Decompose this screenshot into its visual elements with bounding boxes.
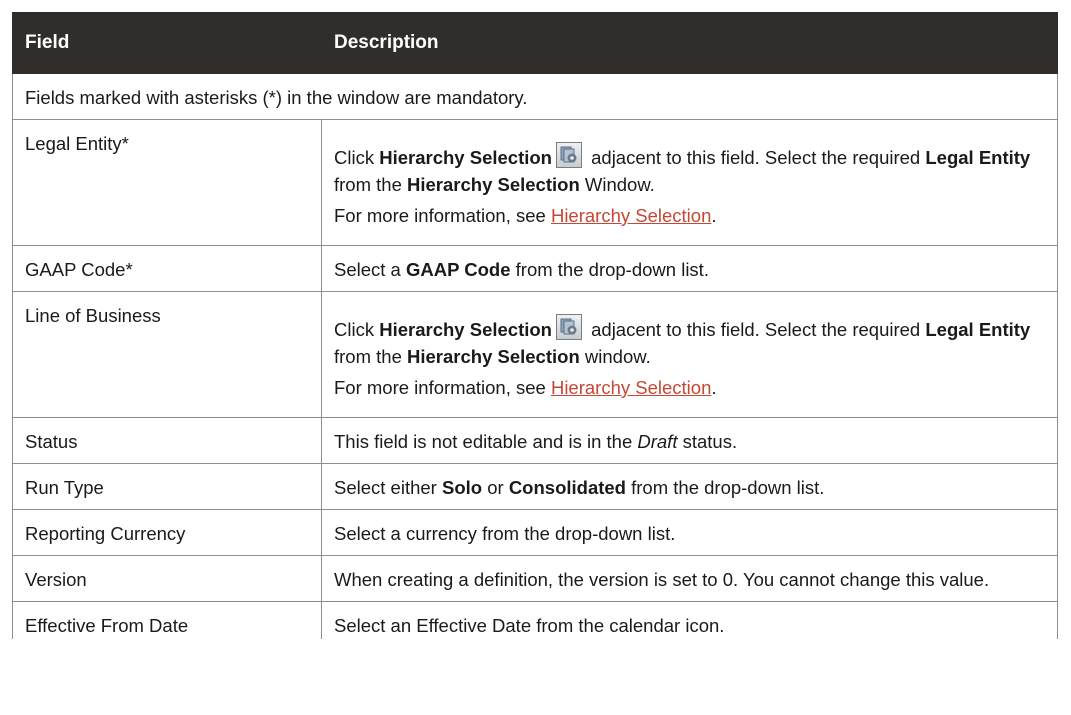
table-row-version: Version When creating a definition, the … <box>12 555 1058 602</box>
table-row-legal-entity: Legal Entity* Click Hierarchy Selection … <box>12 119 1058 246</box>
table-row-status: Status This field is not editable and is… <box>12 417 1058 464</box>
desc-version: When creating a definition, the version … <box>321 555 1058 602</box>
field-legal-entity: Legal Entity* <box>12 119 322 246</box>
field-status: Status <box>12 417 322 464</box>
desc-run-type: Select either Solo or Consolidated from … <box>321 463 1058 510</box>
table-row-gaap-code: GAAP Code* Select a GAAP Code from the d… <box>12 245 1058 292</box>
desc-gaap-code: Select a GAAP Code from the drop-down li… <box>321 245 1058 292</box>
desc-status: This field is not editable and is in the… <box>321 417 1058 464</box>
table-row-run-type: Run Type Select either Solo or Consolida… <box>12 463 1058 510</box>
desc-effective-from-date: Select an Effective Date from the calend… <box>321 601 1058 639</box>
table-row-reporting-currency: Reporting Currency Select a currency fro… <box>12 509 1058 556</box>
table-row-note: Fields marked with asterisks (*) in the … <box>12 73 1058 120</box>
hierarchy-selection-link[interactable]: Hierarchy Selection <box>551 377 711 398</box>
desc-line-of-business-line: Click Hierarchy Selection adjacent to th… <box>334 314 1045 370</box>
field-reporting-currency: Reporting Currency <box>12 509 322 556</box>
hierarchy-selection-link[interactable]: Hierarchy Selection <box>551 205 711 226</box>
desc-line-of-business: Click Hierarchy Selection adjacent to th… <box>321 291 1058 418</box>
table-row-line-of-business: Line of Business Click Hierarchy Selecti… <box>12 291 1058 418</box>
desc-legal-entity-more: For more information, see Hierarchy Sele… <box>334 205 717 226</box>
desc-legal-entity-line: Click Hierarchy Selection adjacent to th… <box>334 142 1045 198</box>
header-description: Description <box>321 12 1058 74</box>
mandatory-note: Fields marked with asterisks (*) in the … <box>12 73 1058 120</box>
field-description-table: Field Description Fields marked with ast… <box>12 12 1058 639</box>
field-gaap-code: GAAP Code* <box>12 245 322 292</box>
desc-legal-entity: Click Hierarchy Selection adjacent to th… <box>321 119 1058 246</box>
desc-reporting-currency: Select a currency from the drop-down lis… <box>321 509 1058 556</box>
field-version: Version <box>12 555 322 602</box>
hierarchy-selection-icon <box>555 314 582 340</box>
field-effective-from-date: Effective From Date <box>12 601 322 639</box>
field-run-type: Run Type <box>12 463 322 510</box>
field-line-of-business: Line of Business <box>12 291 322 418</box>
table-header-row: Field Description <box>12 12 1058 74</box>
table-row-effective-from-date: Effective From Date Select an Effective … <box>12 601 1058 639</box>
desc-line-of-business-more: For more information, see Hierarchy Sele… <box>334 377 717 398</box>
hierarchy-selection-icon <box>555 142 582 168</box>
header-field: Field <box>12 12 322 74</box>
